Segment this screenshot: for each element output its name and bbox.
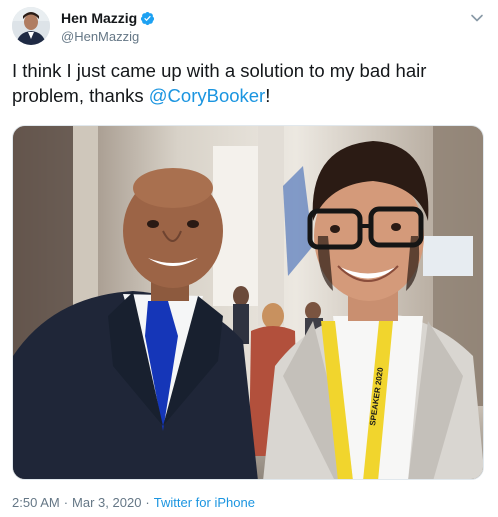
author-handle[interactable]: @HenMazzig (61, 29, 155, 44)
photo-image: SPEAKER 2020 (13, 126, 483, 479)
meta-separator: · (63, 495, 69, 510)
chevron-down-icon[interactable] (470, 11, 484, 25)
name-row: Hen Mazzig (61, 9, 155, 27)
meta-separator: · (145, 495, 150, 510)
tweet-time[interactable]: 2:50 AM (12, 495, 60, 510)
tweet-source-link[interactable]: Twitter for iPhone (154, 495, 255, 510)
tweet-meta: 2:50 AM · Mar 3, 2020 · Twitter for iPho… (12, 495, 255, 510)
author-info: Hen Mazzig @HenMazzig (61, 9, 155, 44)
tweet-text: I think I just came up with a solution t… (12, 58, 482, 108)
verified-badge-icon (140, 11, 155, 26)
mention-link[interactable]: @CoryBooker (149, 85, 265, 106)
author-display-name[interactable]: Hen Mazzig (61, 10, 137, 26)
avatar-image (12, 7, 50, 45)
tweet-date[interactable]: Mar 3, 2020 (72, 495, 141, 510)
tweet-text-end: ! (265, 85, 271, 106)
tweet-photo[interactable]: SPEAKER 2020 (12, 125, 484, 480)
avatar[interactable] (12, 7, 50, 45)
tweet-card: Hen Mazzig @HenMazzig I think I just cam… (0, 0, 498, 517)
